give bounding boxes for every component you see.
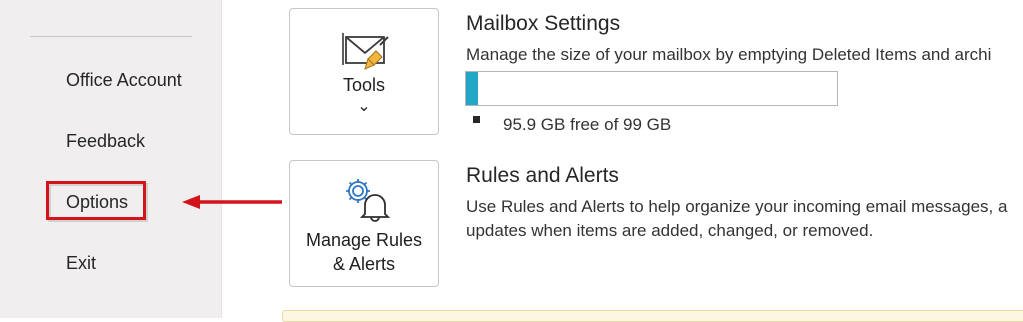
manage-rules-alerts-button[interactable]: Manage Rules & Alerts [289,160,439,287]
rules-alerts-description-line1: Use Rules and Alerts to help organize yo… [466,197,1008,216]
chevron-down-icon: ⌄ [357,98,371,115]
mailbox-usage-fill [466,72,478,105]
manage-rules-label-line2: & Alerts [332,254,396,274]
sidebar-item-office-account[interactable]: Office Account [66,69,182,91]
rules-alerts-description-line2: updates when items are added, changed, o… [466,221,874,240]
manage-rules-label-line1: Manage Rules [305,230,423,250]
mail-broom-icon [342,33,389,70]
sidebar-divider [30,36,192,37]
mailbox-usage-bar [465,71,838,106]
rules-alerts-title: Rules and Alerts [466,164,619,187]
info-banner [282,310,1023,322]
gear-bell-icon [346,179,391,222]
mailbox-quota-text: 95.9 GB free of 99 GB [503,115,672,134]
tools-button[interactable]: Tools ⌄ [289,8,439,135]
tools-label: Tools [342,75,386,95]
backstage-sidebar: Office Account Feedback Options Exit [0,0,222,318]
sidebar-item-exit[interactable]: Exit [66,252,96,274]
bullet-icon [473,116,480,123]
sidebar-item-options[interactable]: Options [66,191,128,213]
annotation-arrow [182,195,282,209]
mailbox-settings-description: Manage the size of your mailbox by empty… [466,45,992,64]
mailbox-settings-title: Mailbox Settings [466,12,621,35]
sidebar-item-feedback[interactable]: Feedback [66,130,145,152]
